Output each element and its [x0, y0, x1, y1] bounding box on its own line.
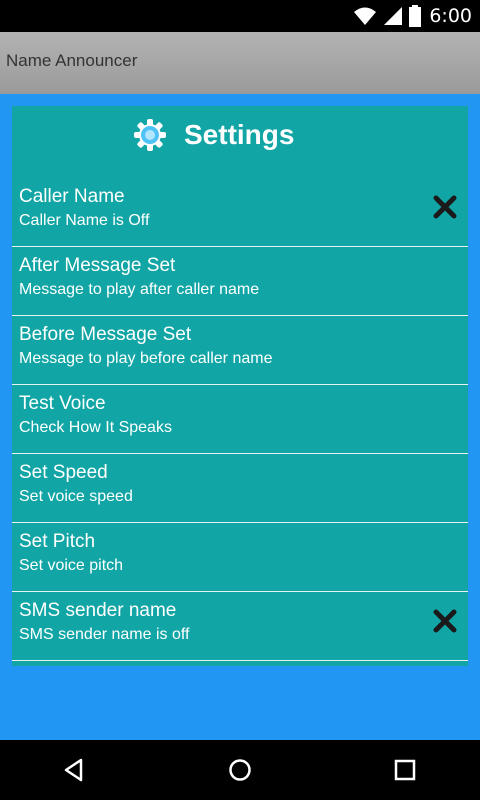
x-icon[interactable]: [432, 194, 458, 220]
battery-icon: [409, 5, 422, 27]
setting-title: Set Pitch: [19, 531, 96, 552]
home-icon[interactable]: [225, 755, 255, 785]
setting-subtitle: SMS sender name is off: [19, 626, 190, 643]
setting-subtitle: Set voice speed: [19, 488, 133, 505]
status-icons: 6:00: [353, 0, 472, 32]
setting-title: Set Speed: [19, 462, 108, 483]
x-icon[interactable]: [432, 608, 458, 634]
setting-title: Caller Name: [19, 186, 125, 207]
setting-item-sms-sender-name[interactable]: SMS sender name SMS sender name is off: [12, 592, 468, 661]
setting-subtitle: Caller Name is Off: [19, 212, 150, 229]
wifi-icon: [354, 7, 377, 25]
setting-subtitle: Set voice pitch: [19, 557, 124, 574]
settings-title: Settings: [184, 119, 295, 150]
status-time: 6:00: [429, 5, 472, 27]
gear-icon: [134, 119, 166, 151]
setting-item-set-speed[interactable]: Set Speed Set voice speed: [12, 454, 468, 523]
app-title: Name Announcer: [6, 51, 138, 70]
settings-card: Settings Caller Name Caller Name is Off …: [12, 106, 468, 666]
setting-item-caller-name[interactable]: Caller Name Caller Name is Off: [12, 178, 468, 247]
setting-title: Test Voice: [19, 393, 106, 414]
setting-title: After Message Set: [19, 255, 176, 276]
settings-header: Settings: [12, 106, 468, 178]
setting-item-after-message[interactable]: After Message Set Message to play after …: [12, 247, 468, 316]
content-area: Settings Caller Name Caller Name is Off …: [0, 94, 480, 740]
recents-icon[interactable]: [390, 755, 420, 785]
setting-subtitle: Message to play after caller name: [19, 281, 260, 298]
signal-icon: [384, 7, 403, 25]
setting-item-before-message[interactable]: Before Message Set Message to play befor…: [12, 316, 468, 385]
setting-title: Before Message Set: [19, 324, 192, 345]
setting-item-set-pitch[interactable]: Set Pitch Set voice pitch: [12, 523, 468, 592]
navigation-bar: [0, 740, 480, 800]
setting-subtitle: Check How It Speaks: [19, 419, 172, 436]
setting-item-test-voice[interactable]: Test Voice Check How It Speaks: [12, 385, 468, 454]
back-icon[interactable]: [59, 755, 89, 785]
app-bar: Name Announcer: [0, 32, 480, 94]
setting-subtitle: Message to play before caller name: [19, 350, 273, 367]
setting-title: SMS sender name: [19, 600, 177, 621]
status-bar: 6:00: [0, 0, 480, 32]
